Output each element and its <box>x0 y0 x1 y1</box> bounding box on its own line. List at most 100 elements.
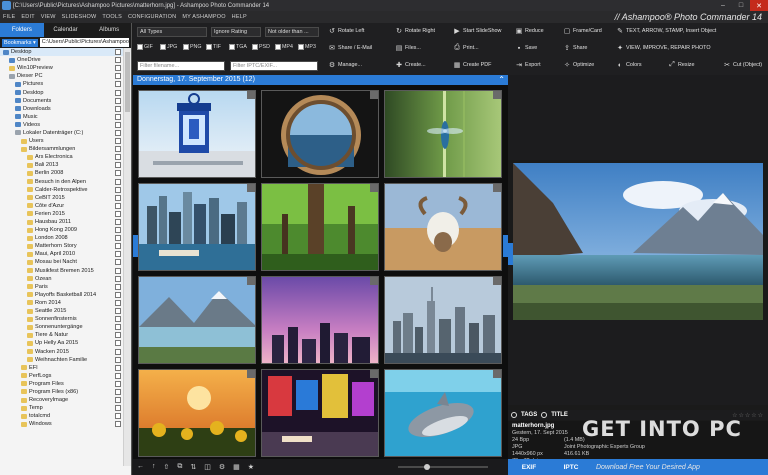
reduce-button[interactable]: ▣ Reduce <box>515 27 544 35</box>
thumbnail-dragonfly[interactable] <box>384 90 502 178</box>
tree-item-checkbox[interactable] <box>115 243 121 250</box>
select-marker[interactable] <box>493 91 501 99</box>
tree-item-checkbox[interactable] <box>115 81 121 88</box>
view-mode-icon[interactable]: ◫ <box>204 463 211 471</box>
tree-item-checkbox[interactable] <box>115 267 121 274</box>
format-checkbox-gif[interactable]: GIF <box>137 44 153 50</box>
tree-item[interactable]: Lokaler Datenträger (C:) <box>0 129 131 137</box>
tree-item[interactable]: Up Helly Aa 2015 <box>0 339 131 347</box>
thumbnail-goat[interactable] <box>384 183 502 271</box>
title-label[interactable]: TITLE <box>551 412 568 418</box>
select-marker[interactable] <box>247 370 255 378</box>
tree-item-checkbox[interactable] <box>115 299 121 306</box>
print-button[interactable]: ⎙ Print... <box>453 44 478 52</box>
rotate-left-button[interactable]: ↺ Rotate Left <box>328 27 364 35</box>
rating-stars[interactable]: ☆☆☆☆☆ <box>732 412 764 419</box>
select-marker[interactable] <box>493 370 501 378</box>
date-group-header[interactable]: Donnerstag, 17. September 2015 (12) ⌃ <box>133 75 508 85</box>
tree-item[interactable]: Berlin 2008 <box>0 169 131 177</box>
select-marker[interactable] <box>493 184 501 192</box>
tree-item[interactable]: CeBIT 2015 <box>0 194 131 202</box>
tree-item-checkbox[interactable] <box>115 364 121 371</box>
pdf-button[interactable]: ▦ Create PDF <box>453 61 492 69</box>
colors-button[interactable]: ◐ Colors <box>616 61 642 69</box>
tree-item-checkbox[interactable] <box>115 73 121 80</box>
checkbox-box[interactable] <box>252 44 258 50</box>
cut-button[interactable]: ✂ Cut (Object) <box>723 61 762 69</box>
type-filter-select[interactable]: All Types <box>137 27 207 37</box>
folder-up-icon[interactable]: ⇧ <box>164 463 170 471</box>
tree-item[interactable]: Hausbau 2011 <box>0 218 131 226</box>
tree-item-checkbox[interactable] <box>115 388 121 395</box>
tab-iptc[interactable]: IPTC <box>550 464 592 471</box>
resize-button[interactable]: ⤢ Resize <box>668 61 694 69</box>
tree-item-checkbox[interactable] <box>115 259 121 266</box>
tree-item-checkbox[interactable] <box>115 291 121 298</box>
format-checkbox-mp4[interactable]: MP4 <box>275 44 293 50</box>
menu-configuration[interactable]: CONFIGURATION <box>128 14 176 20</box>
tree-item-checkbox[interactable] <box>115 170 121 177</box>
tree-item[interactable]: Bildersammlungen <box>0 145 131 153</box>
tree-item[interactable]: Videos <box>0 121 131 129</box>
tree-item[interactable]: Tiere & Natur <box>0 331 131 339</box>
iptc-filter-input[interactable]: Filter IPTC/EXIF... <box>230 61 318 71</box>
menu-help[interactable]: HELP <box>232 14 247 20</box>
tags-label[interactable]: TAGS <box>521 412 537 418</box>
tree-item[interactable]: OneDrive <box>0 56 131 64</box>
format-checkbox-psd[interactable]: PSD <box>252 44 270 50</box>
format-checkbox-tif[interactable]: TIF <box>206 44 221 50</box>
tree-item[interactable]: Pictures <box>0 80 131 88</box>
tree-item-checkbox[interactable] <box>115 283 121 290</box>
tree-item[interactable]: Wacken 2015 <box>0 347 131 355</box>
checkbox-box[interactable] <box>275 44 281 50</box>
filename-filter-input[interactable]: Filter filename... <box>137 61 225 71</box>
rotate-right-button[interactable]: ↻ Rotate Right <box>395 27 435 35</box>
select-marker[interactable] <box>370 184 378 192</box>
tree-item-checkbox[interactable] <box>115 380 121 387</box>
tree-item[interactable]: totalcmd <box>0 412 131 420</box>
tree-item[interactable]: Windows <box>0 420 131 428</box>
thumbnail-lantern[interactable] <box>138 90 256 178</box>
tree-item-checkbox[interactable] <box>115 178 121 185</box>
tree-item[interactable]: Desktop <box>0 88 131 96</box>
tree-item-checkbox[interactable] <box>115 113 121 120</box>
tree-item[interactable]: Côte d'Azur <box>0 202 131 210</box>
thumbnail-skyline-dusk[interactable] <box>261 276 379 364</box>
menu-tools[interactable]: TOOLS <box>102 14 122 20</box>
select-marker[interactable] <box>370 91 378 99</box>
tree-item[interactable]: Ozean <box>0 275 131 283</box>
save-button[interactable]: ▪ Save <box>515 44 538 52</box>
tree-item[interactable]: Mosau bei Nacht <box>0 258 131 266</box>
create-button[interactable]: ✚ Create... <box>395 61 426 69</box>
tree-item-checkbox[interactable] <box>115 275 121 282</box>
checkbox-box[interactable] <box>137 44 143 50</box>
tree-item-checkbox[interactable] <box>115 405 121 412</box>
tree-item[interactable]: Music <box>0 113 131 121</box>
tree-item-checkbox[interactable] <box>115 154 121 161</box>
slideshow-button[interactable]: ▶ Start SlideShow <box>453 27 501 35</box>
thumbnail-dolphin[interactable] <box>384 369 502 457</box>
thumbnail-manhattan[interactable] <box>384 276 502 364</box>
text-button[interactable]: ✎ TEXT, ARROW, STAMP, Insert Object <box>616 27 716 35</box>
tree-item[interactable]: Program Files (x86) <box>0 388 131 396</box>
tree-item-checkbox[interactable] <box>115 89 121 96</box>
tree-item-checkbox[interactable] <box>115 121 121 128</box>
tree-item-checkbox[interactable] <box>115 340 121 347</box>
scrollbar-thumb[interactable] <box>125 52 130 112</box>
tree-item[interactable]: RecoveryImage <box>0 396 131 404</box>
tree-item-checkbox[interactable] <box>115 324 121 331</box>
checkbox-box[interactable] <box>183 44 189 50</box>
tree-item[interactable]: Matterhorn Story <box>0 242 131 250</box>
share-button[interactable]: ⇪ Share <box>563 44 587 52</box>
tab-folders[interactable]: Folders <box>0 23 44 37</box>
thumbnail-forest-tree[interactable] <box>261 183 379 271</box>
tree-item[interactable]: Desktop <box>0 48 131 57</box>
export-button[interactable]: ⇥ Export <box>515 61 541 69</box>
thumbnail-mountain-lake[interactable] <box>138 276 256 364</box>
bookmarks-button[interactable]: Bookmarks ▾ <box>2 38 38 47</box>
tree-item[interactable]: Seattle 2015 <box>0 307 131 315</box>
tree-item-checkbox[interactable] <box>115 308 121 315</box>
maximize-button[interactable]: □ <box>732 0 750 11</box>
format-checkbox-mp3[interactable]: MP3 <box>298 44 316 50</box>
tree-item[interactable]: Bali 2013 <box>0 161 131 169</box>
